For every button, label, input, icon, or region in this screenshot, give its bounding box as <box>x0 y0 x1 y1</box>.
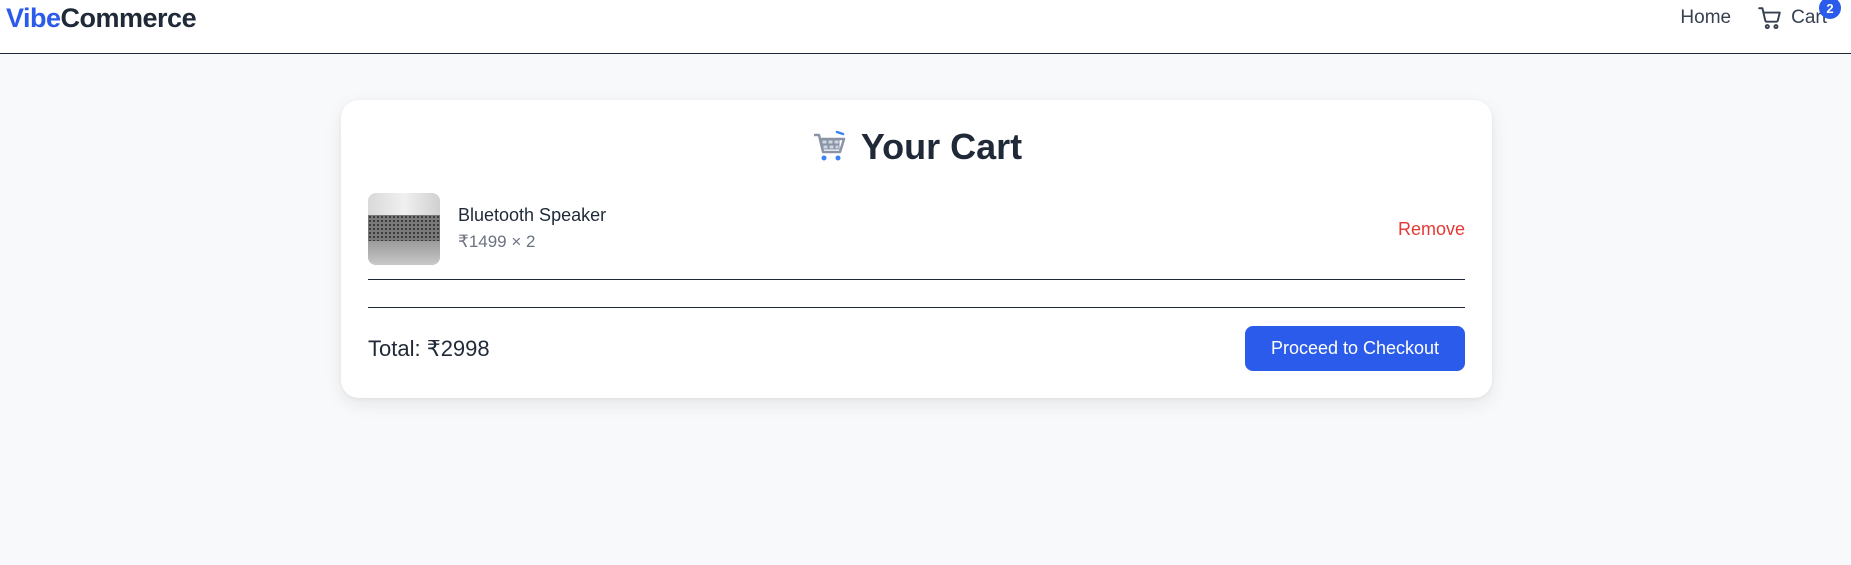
shopping-cart-emoji-icon <box>813 130 846 161</box>
cart-item-row: Bluetooth Speaker ₹1499 × 2 Remove <box>368 193 1465 265</box>
nav-cart-link[interactable]: Cart 2 <box>1757 0 1841 31</box>
divider <box>368 279 1465 280</box>
nav-home-link[interactable]: Home <box>1680 7 1731 29</box>
cart-total: Total: ₹2998 <box>368 336 490 361</box>
top-navbar: VibeCommerce Home Cart 2 <box>0 0 1851 54</box>
proceed-to-checkout-button[interactable]: Proceed to Checkout <box>1245 326 1465 371</box>
divider <box>368 307 1465 308</box>
cart-count-badge: 2 <box>1819 0 1841 19</box>
cart-card: Your Cart Bluetooth Speaker ₹1499 × 2 Re… <box>341 100 1492 398</box>
shopping-cart-icon <box>1758 7 1781 30</box>
product-thumbnail <box>368 193 440 265</box>
remove-item-button[interactable]: Remove <box>1398 219 1465 240</box>
cart-heading: Your Cart <box>341 126 1492 168</box>
cart-item-name: Bluetooth Speaker <box>458 205 607 225</box>
cart-item-price: ₹1499 × 2 <box>458 232 536 251</box>
brand-logo-part2: Commerce <box>60 3 197 33</box>
cart-title: Your Cart <box>860 126 1023 167</box>
brand-logo-part1: Vibe <box>6 3 61 33</box>
main-nav: Home Cart 2 <box>1680 0 1841 31</box>
brand-logo[interactable]: VibeCommerce <box>6 3 197 34</box>
